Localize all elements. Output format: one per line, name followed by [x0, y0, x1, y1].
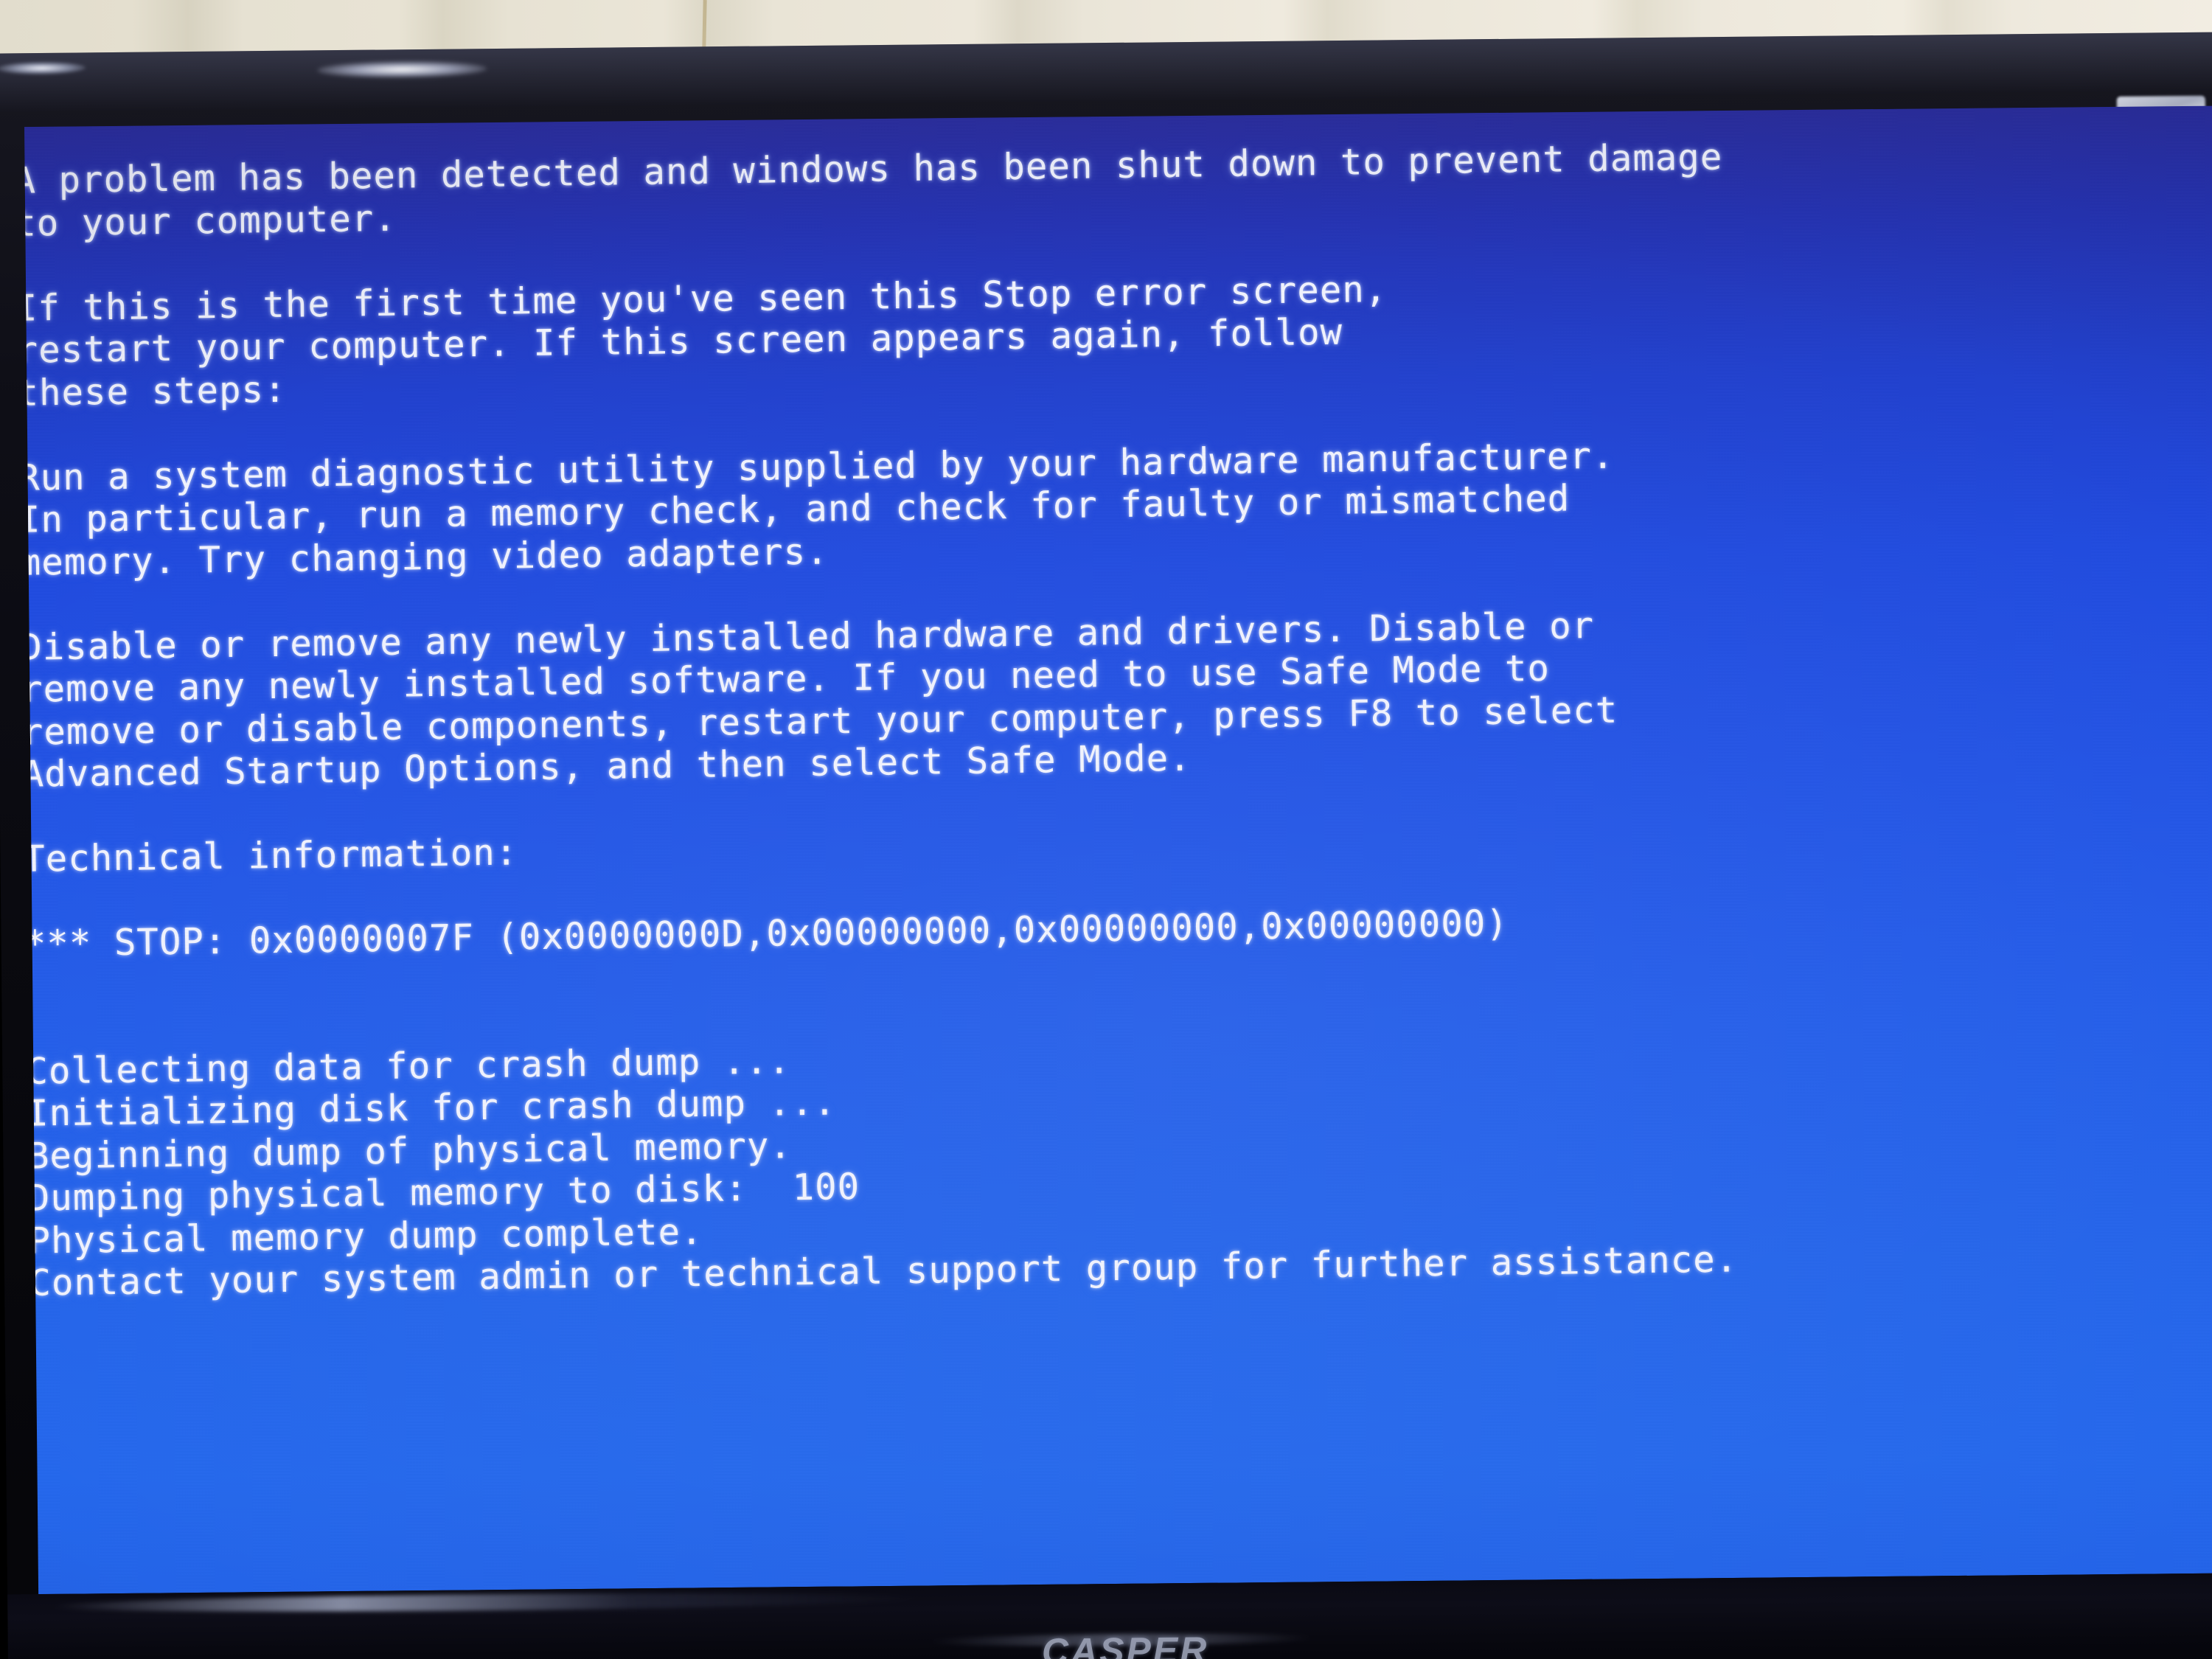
- bsod-message-text: A problem has been detected and windows …: [24, 129, 2212, 1304]
- lcd-screen-bsod: A problem has been detected and windows …: [24, 105, 2212, 1595]
- photo-of-monitor: A problem has been detected and windows …: [0, 0, 2212, 1659]
- brand-logo: CASPER: [1041, 1629, 1209, 1659]
- monitor-body: A problem has been detected and windows …: [0, 32, 2212, 1659]
